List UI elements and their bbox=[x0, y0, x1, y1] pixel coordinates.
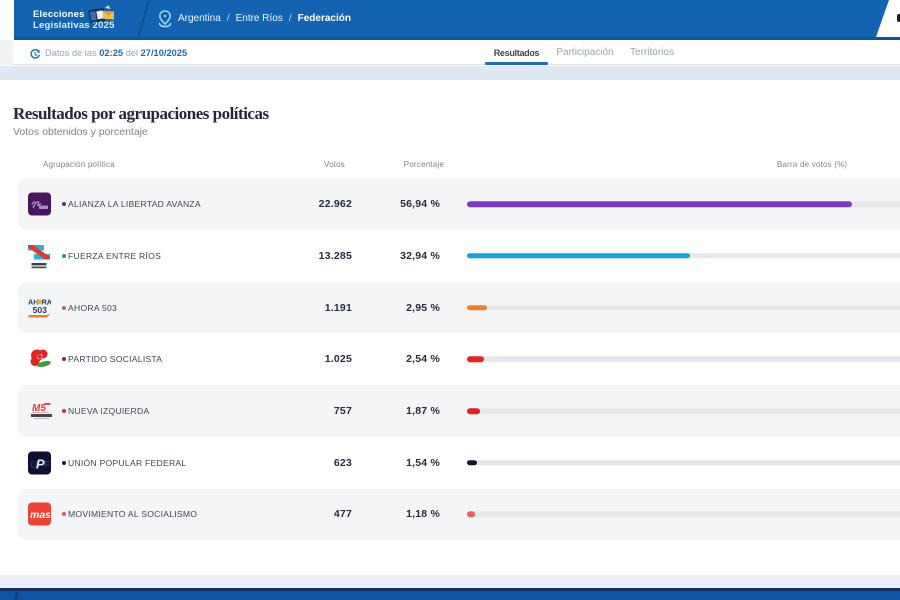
svg-text:503: 503 bbox=[32, 305, 47, 315]
svg-text:F: F bbox=[44, 460, 51, 471]
svg-text:mas: mas bbox=[30, 509, 51, 521]
